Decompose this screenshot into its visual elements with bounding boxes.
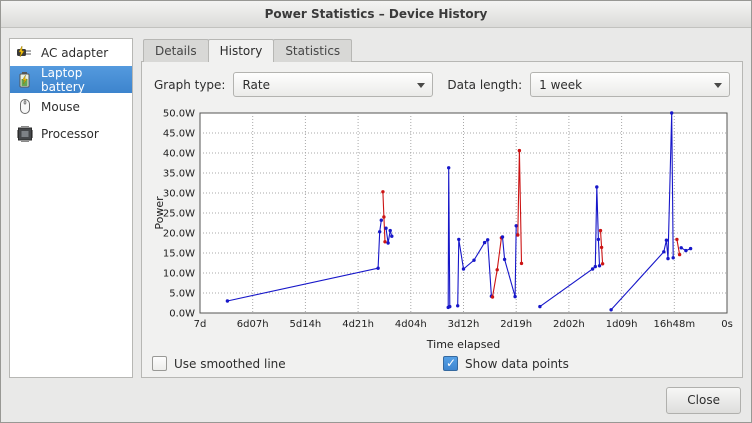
- mouse-icon: [14, 98, 36, 115]
- sidebar-item-label: Mouse: [41, 100, 80, 114]
- sidebar-item-label: Processor: [41, 127, 99, 141]
- svg-text:Power: Power: [153, 196, 166, 230]
- sidebar-item-processor[interactable]: Processor: [10, 120, 132, 147]
- svg-text:40.0W: 40.0W: [163, 149, 195, 160]
- processor-icon: [14, 126, 36, 142]
- svg-text:5.0W: 5.0W: [169, 289, 195, 300]
- svg-text:50.0W: 50.0W: [163, 109, 195, 120]
- tab-label: Details: [155, 44, 197, 58]
- data-length-dropdown[interactable]: 1 week: [530, 72, 730, 97]
- svg-text:20.0W: 20.0W: [163, 229, 195, 240]
- svg-text:16h48m: 16h48m: [654, 319, 696, 330]
- tab-statistics[interactable]: Statistics: [273, 39, 352, 62]
- titlebar: Power Statistics – Device History: [1, 1, 751, 28]
- checkbox-box: [443, 356, 458, 371]
- sidebar-item-label: Laptop battery: [41, 66, 128, 94]
- tab-history[interactable]: History: [208, 39, 275, 62]
- tab-label: Statistics: [285, 44, 340, 58]
- sidebar-item-label: AC adapter: [41, 46, 108, 60]
- show-data-points-checkbox[interactable]: Show data points: [443, 356, 734, 371]
- device-list: AC adapter Laptop battery: [9, 38, 133, 378]
- svg-text:0.0W: 0.0W: [169, 309, 195, 320]
- tab-details[interactable]: Details: [143, 39, 209, 62]
- main-area: Details History Statistics Graph type: R…: [141, 38, 743, 378]
- data-length-label: Data length:: [447, 78, 522, 92]
- svg-text:10.0W: 10.0W: [163, 269, 195, 280]
- dialog-footer: Close: [1, 378, 751, 422]
- svg-text:4d04h: 4d04h: [395, 319, 427, 330]
- tabstrip: Details History Statistics: [141, 38, 743, 61]
- history-chart: 7d 6d07h 5d14h 4d21h 4d04h 3d12h 2d19h 2d02h 1d0…: [150, 105, 734, 353]
- use-smoothed-line-checkbox[interactable]: Use smoothed line: [152, 356, 443, 371]
- window-body: AC adapter Laptop battery: [1, 28, 751, 378]
- sidebar-item-mouse[interactable]: Mouse: [10, 93, 132, 120]
- svg-text:5d14h: 5d14h: [290, 319, 322, 330]
- svg-text:0s: 0s: [721, 319, 733, 330]
- chevron-down-icon: [417, 83, 425, 88]
- svg-text:6d07h: 6d07h: [237, 319, 269, 330]
- svg-text:25.0W: 25.0W: [163, 209, 195, 220]
- chart-controls: Graph type: Rate Data length: 1 week: [154, 72, 730, 97]
- graph-type-dropdown[interactable]: Rate: [233, 72, 433, 97]
- svg-text:Time elapsed: Time elapsed: [426, 338, 500, 351]
- graph-type-label: Graph type:: [154, 78, 225, 92]
- svg-text:4d21h: 4d21h: [342, 319, 374, 330]
- checkbox-label: Show data points: [465, 357, 569, 371]
- svg-text:30.0W: 30.0W: [163, 189, 195, 200]
- chart-options: Use smoothed line Show data points: [152, 356, 734, 371]
- graph-type-value: Rate: [242, 78, 270, 92]
- svg-text:3d12h: 3d12h: [448, 319, 480, 330]
- data-length-value: 1 week: [539, 78, 582, 92]
- history-tab-panel: Graph type: Rate Data length: 1 week 7d 6…: [141, 61, 743, 378]
- svg-text:2d02h: 2d02h: [553, 319, 585, 330]
- chart-area: 7d 6d07h 5d14h 4d21h 4d04h 3d12h 2d19h 2d02h 1d0…: [150, 105, 734, 354]
- power-statistics-window: Power Statistics – Device History AC ada…: [0, 0, 752, 423]
- checkbox-label: Use smoothed line: [174, 357, 286, 371]
- svg-text:15.0W: 15.0W: [163, 249, 195, 260]
- close-button[interactable]: Close: [666, 387, 741, 414]
- chevron-down-icon: [714, 83, 722, 88]
- window-title: Power Statistics – Device History: [265, 7, 488, 21]
- battery-icon: [14, 71, 36, 88]
- sidebar-item-ac-adapter[interactable]: AC adapter: [10, 39, 132, 66]
- checkbox-box: [152, 356, 167, 371]
- svg-text:45.0W: 45.0W: [163, 129, 195, 140]
- svg-text:35.0W: 35.0W: [163, 169, 195, 180]
- svg-text:1d09h: 1d09h: [606, 319, 638, 330]
- svg-text:7d: 7d: [194, 319, 207, 330]
- sidebar-item-laptop-battery[interactable]: Laptop battery: [10, 66, 132, 93]
- ac-adapter-icon: [14, 45, 36, 60]
- tab-label: History: [220, 44, 263, 58]
- svg-text:2d19h: 2d19h: [500, 319, 532, 330]
